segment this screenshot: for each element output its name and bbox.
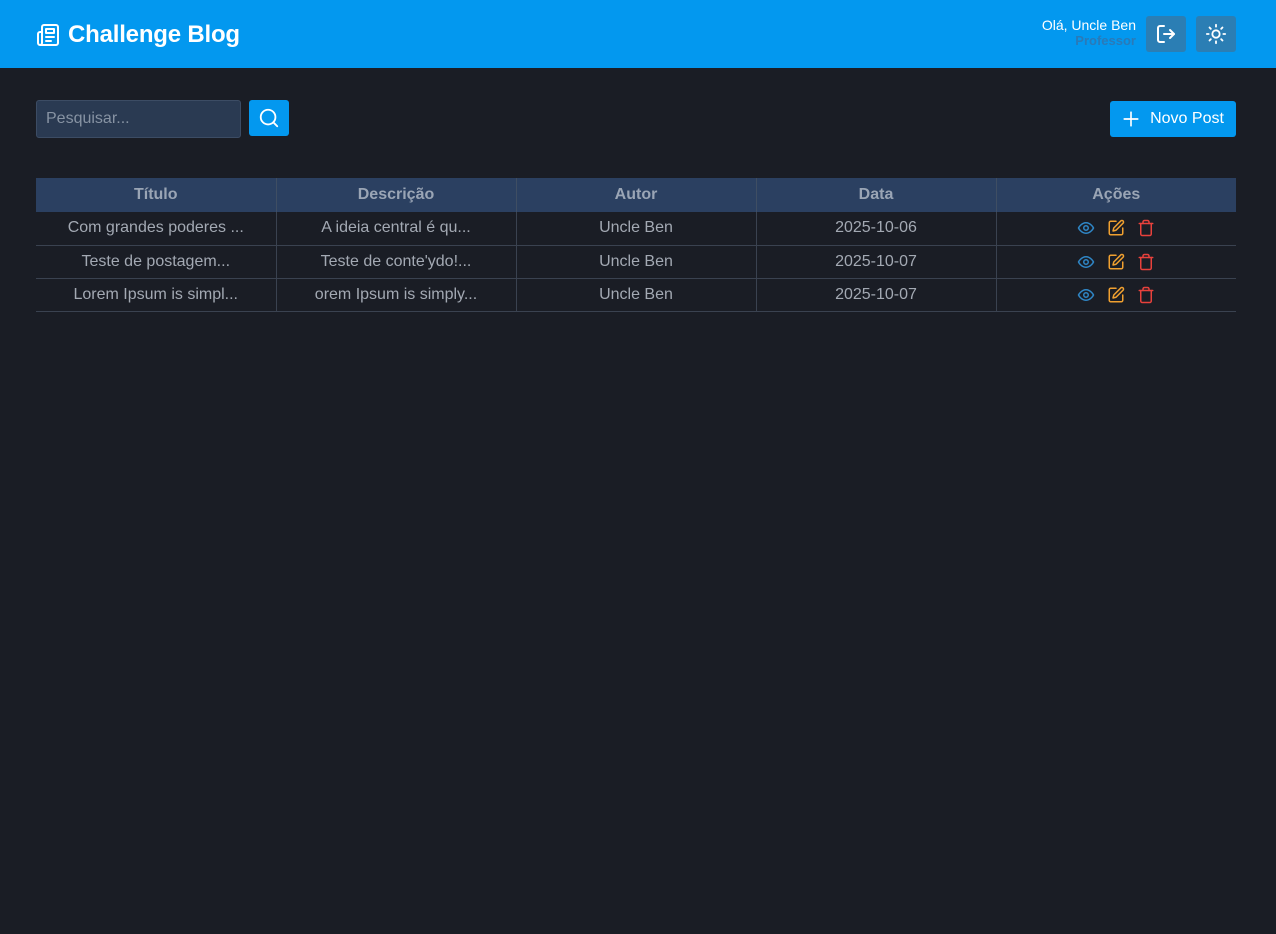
cell-autor: Uncle Ben [516,278,757,312]
sun-icon [1205,23,1227,45]
user-role: Professor [1075,33,1136,48]
cell-acoes [996,245,1236,279]
search-icon [259,108,279,128]
delete-button[interactable] [1137,219,1155,237]
user-greeting: Olá, Uncle Ben [1041,17,1136,33]
table-header-row: Título Descrição Autor Data Ações [36,178,1236,212]
brand-title: Challenge Blog [68,21,240,48]
logout-button[interactable] [1146,16,1186,52]
eye-icon [1078,255,1095,268]
cell-data: 2025-10-07 [756,245,997,279]
column-header-autor[interactable]: Autor [516,178,757,212]
user-info: Olá, Uncle Ben Professor [1042,17,1136,49]
edit-icon [1108,220,1125,236]
brand[interactable]: Challenge Blog [36,20,240,50]
delete-button[interactable] [1137,286,1155,304]
table-row: Com grandes poderes ... A ideia central … [36,212,1236,246]
column-header-titulo[interactable]: Título [36,178,277,212]
view-button[interactable] [1077,286,1095,304]
cell-titulo: Teste de postagem... [36,245,277,279]
view-button[interactable] [1077,219,1095,237]
newspaper-icon [37,24,59,46]
theme-toggle-button[interactable] [1196,16,1236,52]
trash-icon [1138,286,1154,303]
cell-titulo: Com grandes poderes ... [36,212,277,246]
edit-button[interactable] [1107,219,1125,237]
edit-icon [1108,286,1125,302]
cell-autor: Uncle Ben [516,245,757,279]
delete-button[interactable] [1137,253,1155,271]
edit-button[interactable] [1107,253,1125,271]
eye-icon [1078,222,1095,235]
search-input[interactable] [36,100,241,138]
cell-descricao: orem Ipsum is simply... [276,278,517,312]
cell-descricao: A ideia central é qu... [276,212,517,246]
table-row: Teste de postagem... Teste de conte'ydo!… [36,245,1236,279]
edit-button[interactable] [1107,286,1125,304]
cell-titulo: Lorem Ipsum is simpl... [36,278,277,312]
column-header-descricao[interactable]: Descrição [276,178,517,212]
cell-acoes [996,278,1236,312]
new-post-label: Novo Post [1150,110,1224,127]
cell-autor: Uncle Ben [516,212,757,246]
view-button[interactable] [1077,253,1095,271]
cell-data: 2025-10-07 [756,278,997,312]
search-button[interactable] [249,100,289,136]
trash-icon [1138,253,1154,270]
edit-icon [1108,253,1125,269]
app-header: Challenge Blog Olá, Uncle Ben Professor [0,0,1276,68]
eye-icon [1078,288,1095,301]
cell-acoes [996,212,1236,246]
plus-icon [1123,111,1139,127]
column-header-acoes: Ações [996,178,1236,212]
column-header-data[interactable]: Data [756,178,997,212]
cell-data: 2025-10-06 [756,212,997,246]
logout-icon [1157,25,1175,43]
trash-icon [1138,220,1154,237]
new-post-button[interactable]: Novo Post [1110,101,1236,137]
posts-table: Título Descrição Autor Data Ações Com gr… [36,178,1236,312]
table-row: Lorem Ipsum is simpl... orem Ipsum is si… [36,278,1236,312]
cell-descricao: Teste de conte'ydo!... [276,245,517,279]
